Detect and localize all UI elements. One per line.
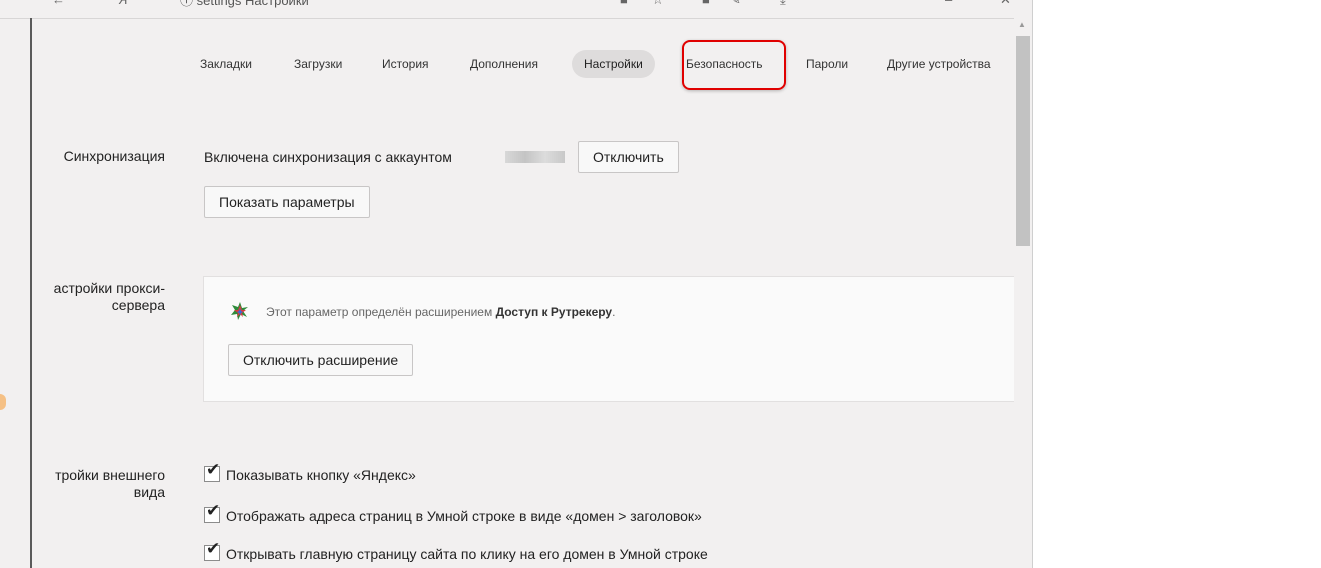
download-icon[interactable]: ⤓ <box>780 0 786 8</box>
blurred-account-name <box>505 151 565 163</box>
option-label: Открывать главную страницу сайта по клик… <box>226 546 708 562</box>
option-domain-title-format[interactable]: ✔ Отображать адреса страниц в Умной строк… <box>204 501 702 527</box>
close-icon[interactable]: ✕ <box>1000 0 1011 8</box>
option-label: Отображать адреса страниц в Умной строке… <box>226 508 702 524</box>
tab-passwords[interactable]: Пароли <box>806 50 848 78</box>
checkmark-icon: ✔ <box>206 539 221 558</box>
option-show-yandex-button[interactable]: ✔ Показывать кнопку «Яндекс» <box>204 460 416 486</box>
tab-security[interactable]: Безопасность <box>686 50 763 78</box>
checkmark-icon: ✔ <box>206 501 221 520</box>
scrollbar-thumb[interactable] <box>1016 36 1030 246</box>
menu-icon[interactable]: ■ <box>702 0 710 7</box>
disable-extension-button[interactable]: Отключить расширение <box>228 344 414 376</box>
show-params-button[interactable]: Показать параметры <box>204 186 370 218</box>
notice-suffix: . <box>612 305 616 319</box>
yandex-logo-icon[interactable]: Я <box>118 0 127 7</box>
sync-status-text: Включена синхронизация с аккаунтом <box>204 149 452 165</box>
sync-section-label: Синхронизация <box>63 148 165 164</box>
minimize-icon[interactable]: – <box>945 0 952 7</box>
extension-notice: Этот параметр определён расширением Дост… <box>266 305 615 319</box>
tab-history[interactable]: История <box>382 50 429 78</box>
notice-prefix: Этот параметр определён расширением <box>266 305 496 319</box>
url-text[interactable]: ⓘ settings Настройки <box>180 0 309 9</box>
tab-settings[interactable]: Настройки <box>572 50 655 78</box>
appearance-label-line1: тройки внешнего <box>55 467 165 483</box>
address-bar[interactable]: ← Я ⓘ settings Настройки ■ ☆ ■ ✎ ⤓ – ✕ <box>0 0 1032 19</box>
scroll-up-arrow-icon[interactable]: ▲ <box>1018 20 1026 29</box>
browser-window: ← Я ⓘ settings Настройки ■ ☆ ■ ✎ ⤓ – ✕ З… <box>0 0 1033 568</box>
checkbox[interactable]: ✔ <box>204 501 220 523</box>
proxy-label-line2: сервера <box>111 297 165 313</box>
appearance-section-label: тройки внешнего вида <box>20 467 165 501</box>
star-icon[interactable]: ☆ <box>652 0 664 8</box>
option-open-home-on-domain-click[interactable]: ✔ Открывать главную страницу сайта по кли… <box>204 539 708 565</box>
feather-icon[interactable]: ✎ <box>730 0 741 8</box>
proxy-extension-panel: Этот параметр определён расширением Дост… <box>203 276 1017 402</box>
tab-other-devices[interactable]: Другие устройства <box>887 50 991 78</box>
tab-bookmarks[interactable]: Закладки <box>200 50 252 78</box>
disable-sync-button[interactable]: Отключить <box>578 141 679 173</box>
extension-name[interactable]: Доступ к Рутрекеру <box>496 305 613 319</box>
option-label: Показывать кнопку «Яндекс» <box>226 467 416 483</box>
tab-extensions[interactable]: Дополнения <box>470 50 538 78</box>
bookmark-icon[interactable]: ■ <box>620 0 628 7</box>
proxy-label-line1: астройки прокси- <box>53 280 165 296</box>
back-arrow-icon[interactable]: ← <box>52 0 65 7</box>
checkbox[interactable]: ✔ <box>204 539 220 561</box>
appearance-label-line2: вида <box>133 484 165 500</box>
rutracker-extension-icon <box>231 302 248 320</box>
proxy-section-label: астройки прокси- сервера <box>20 280 165 314</box>
tab-downloads[interactable]: Загрузки <box>294 50 342 78</box>
checkbox[interactable]: ✔ <box>204 460 220 482</box>
checkmark-icon: ✔ <box>206 460 221 479</box>
